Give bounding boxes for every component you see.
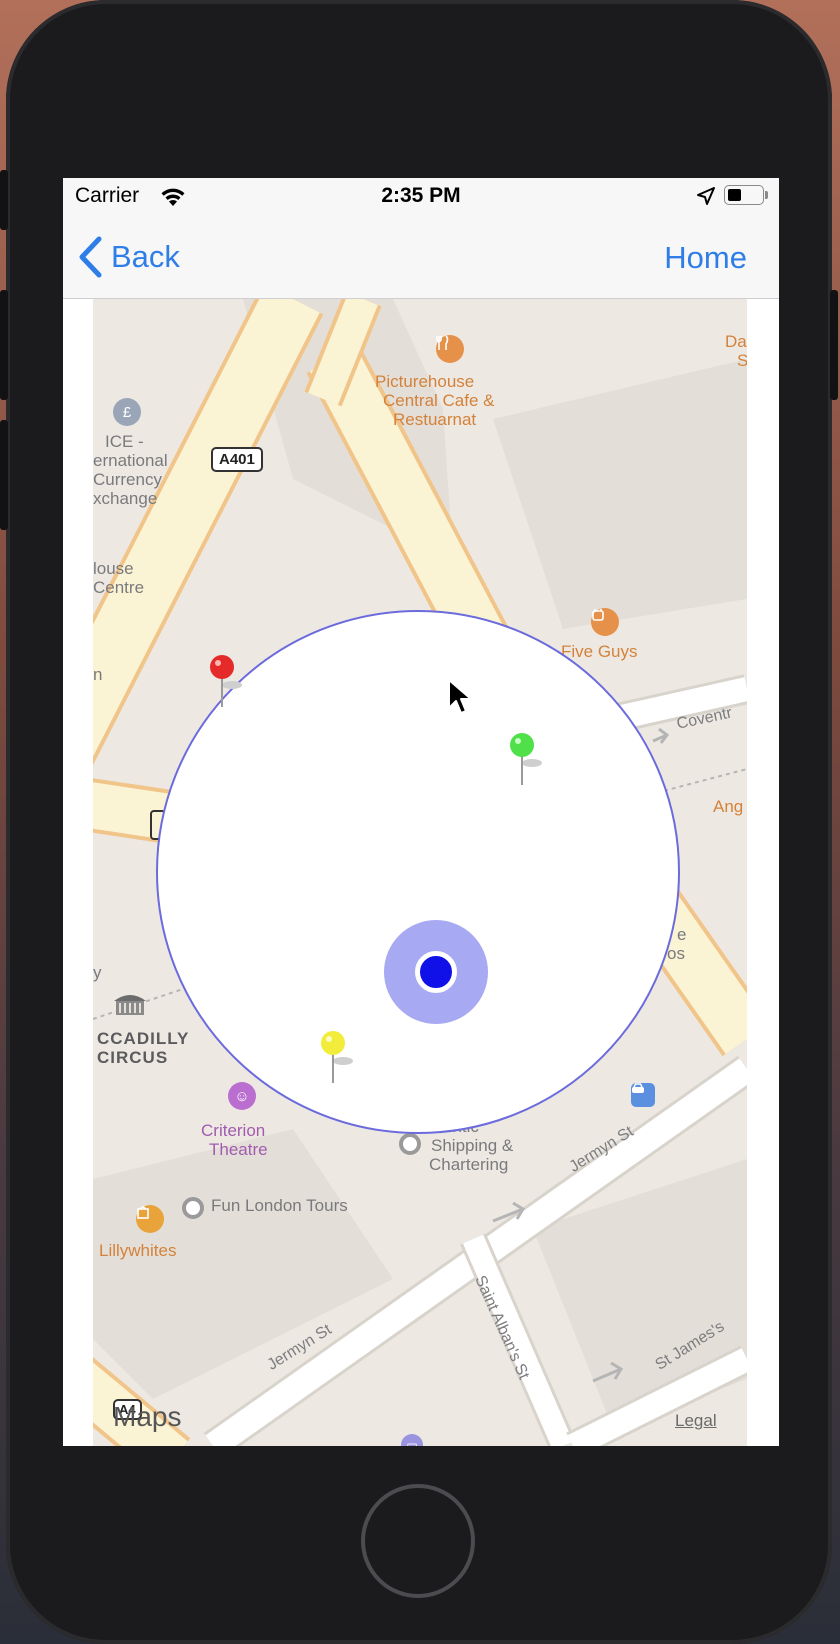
piccadilly-label-line1: CCADILLY xyxy=(97,1029,190,1048)
ice-label-line2: ernational xyxy=(93,451,168,470)
edge-label-n: n xyxy=(93,665,103,684)
ang-label: Ang xyxy=(713,797,744,816)
navigation-bar: Back Home xyxy=(63,220,779,299)
piccadilly-label-line2: CIRCUS xyxy=(97,1048,169,1067)
shipping-poi-icon[interactable] xyxy=(399,1133,421,1155)
criterion-label-line1: Criterion xyxy=(201,1121,266,1140)
red-pin-icon[interactable] xyxy=(208,653,248,733)
shipping-label-line2: Shipping & xyxy=(431,1136,514,1155)
shopping-poi-icon[interactable] xyxy=(136,1205,164,1233)
power-button xyxy=(830,290,838,400)
picturehouse-label-line1: Picturehouse xyxy=(375,372,475,391)
fast-food-poi-icon[interactable] xyxy=(591,608,619,636)
green-pin-icon[interactable] xyxy=(508,731,548,811)
currency-exchange-poi-icon[interactable]: £ xyxy=(113,398,141,426)
parking-poi-icon[interactable] xyxy=(631,1083,655,1107)
status-bar: Carrier 2:35 PM xyxy=(63,178,779,220)
restaurant-poi-icon[interactable] xyxy=(436,335,464,363)
theatre-poi-icon[interactable]: ☺ xyxy=(228,1082,256,1110)
shipping-label-line3: Chartering xyxy=(429,1155,509,1174)
house-label-line1: louse xyxy=(93,559,134,578)
da-label-line1: Da xyxy=(725,332,747,351)
ice-label-line1: ICE - xyxy=(105,432,144,451)
back-button-label: Back xyxy=(111,239,180,274)
edge-label-os: os xyxy=(667,944,685,963)
mute-switch xyxy=(0,170,8,230)
edge-label-e: e xyxy=(677,925,687,944)
tour-poi-icon[interactable] xyxy=(182,1197,204,1219)
location-arrow-icon xyxy=(697,187,715,205)
legal-link[interactable]: Legal xyxy=(675,1411,717,1431)
da-label-line2: S xyxy=(737,351,747,370)
map-view[interactable]: Picturehouse Central Cafe & Restuarnat D… xyxy=(93,299,747,1446)
station-building-icon xyxy=(114,995,146,1015)
yellow-pin-icon[interactable] xyxy=(319,1029,359,1109)
user-location-dot[interactable] xyxy=(415,951,457,993)
ice-label-line4: xchange xyxy=(93,489,158,508)
home-hardware-button[interactable] xyxy=(361,1484,475,1598)
road-shield-a401: A401 xyxy=(211,447,263,472)
home-button[interactable]: Home xyxy=(664,240,747,276)
ice-label-line3: Currency xyxy=(93,470,162,489)
picturehouse-label-line2: Central Cafe & xyxy=(383,391,495,410)
status-time: 2:35 PM xyxy=(381,184,461,207)
house-label-line2: Centre xyxy=(93,578,145,597)
phone-screen: Carrier 2:35 PM Back Home Picturehouse C… xyxy=(63,178,779,1446)
lillywhites-label: Lillywhites xyxy=(99,1241,177,1260)
edge-label-y: y xyxy=(93,963,102,982)
battery-icon xyxy=(724,185,768,205)
back-button[interactable]: Back xyxy=(77,234,180,280)
chevron-left-icon xyxy=(79,236,102,278)
volume-up-button xyxy=(0,290,8,400)
five-guys-label: Five Guys xyxy=(561,642,638,661)
mouse-cursor-icon xyxy=(448,679,472,714)
fun-london-tours-label: Fun London Tours xyxy=(211,1196,348,1215)
volume-down-button xyxy=(0,420,8,530)
maps-logo: Maps xyxy=(113,1401,182,1432)
picturehouse-label-line3: Restuarnat xyxy=(393,410,477,429)
criterion-label-line2: Theatre xyxy=(209,1140,268,1159)
